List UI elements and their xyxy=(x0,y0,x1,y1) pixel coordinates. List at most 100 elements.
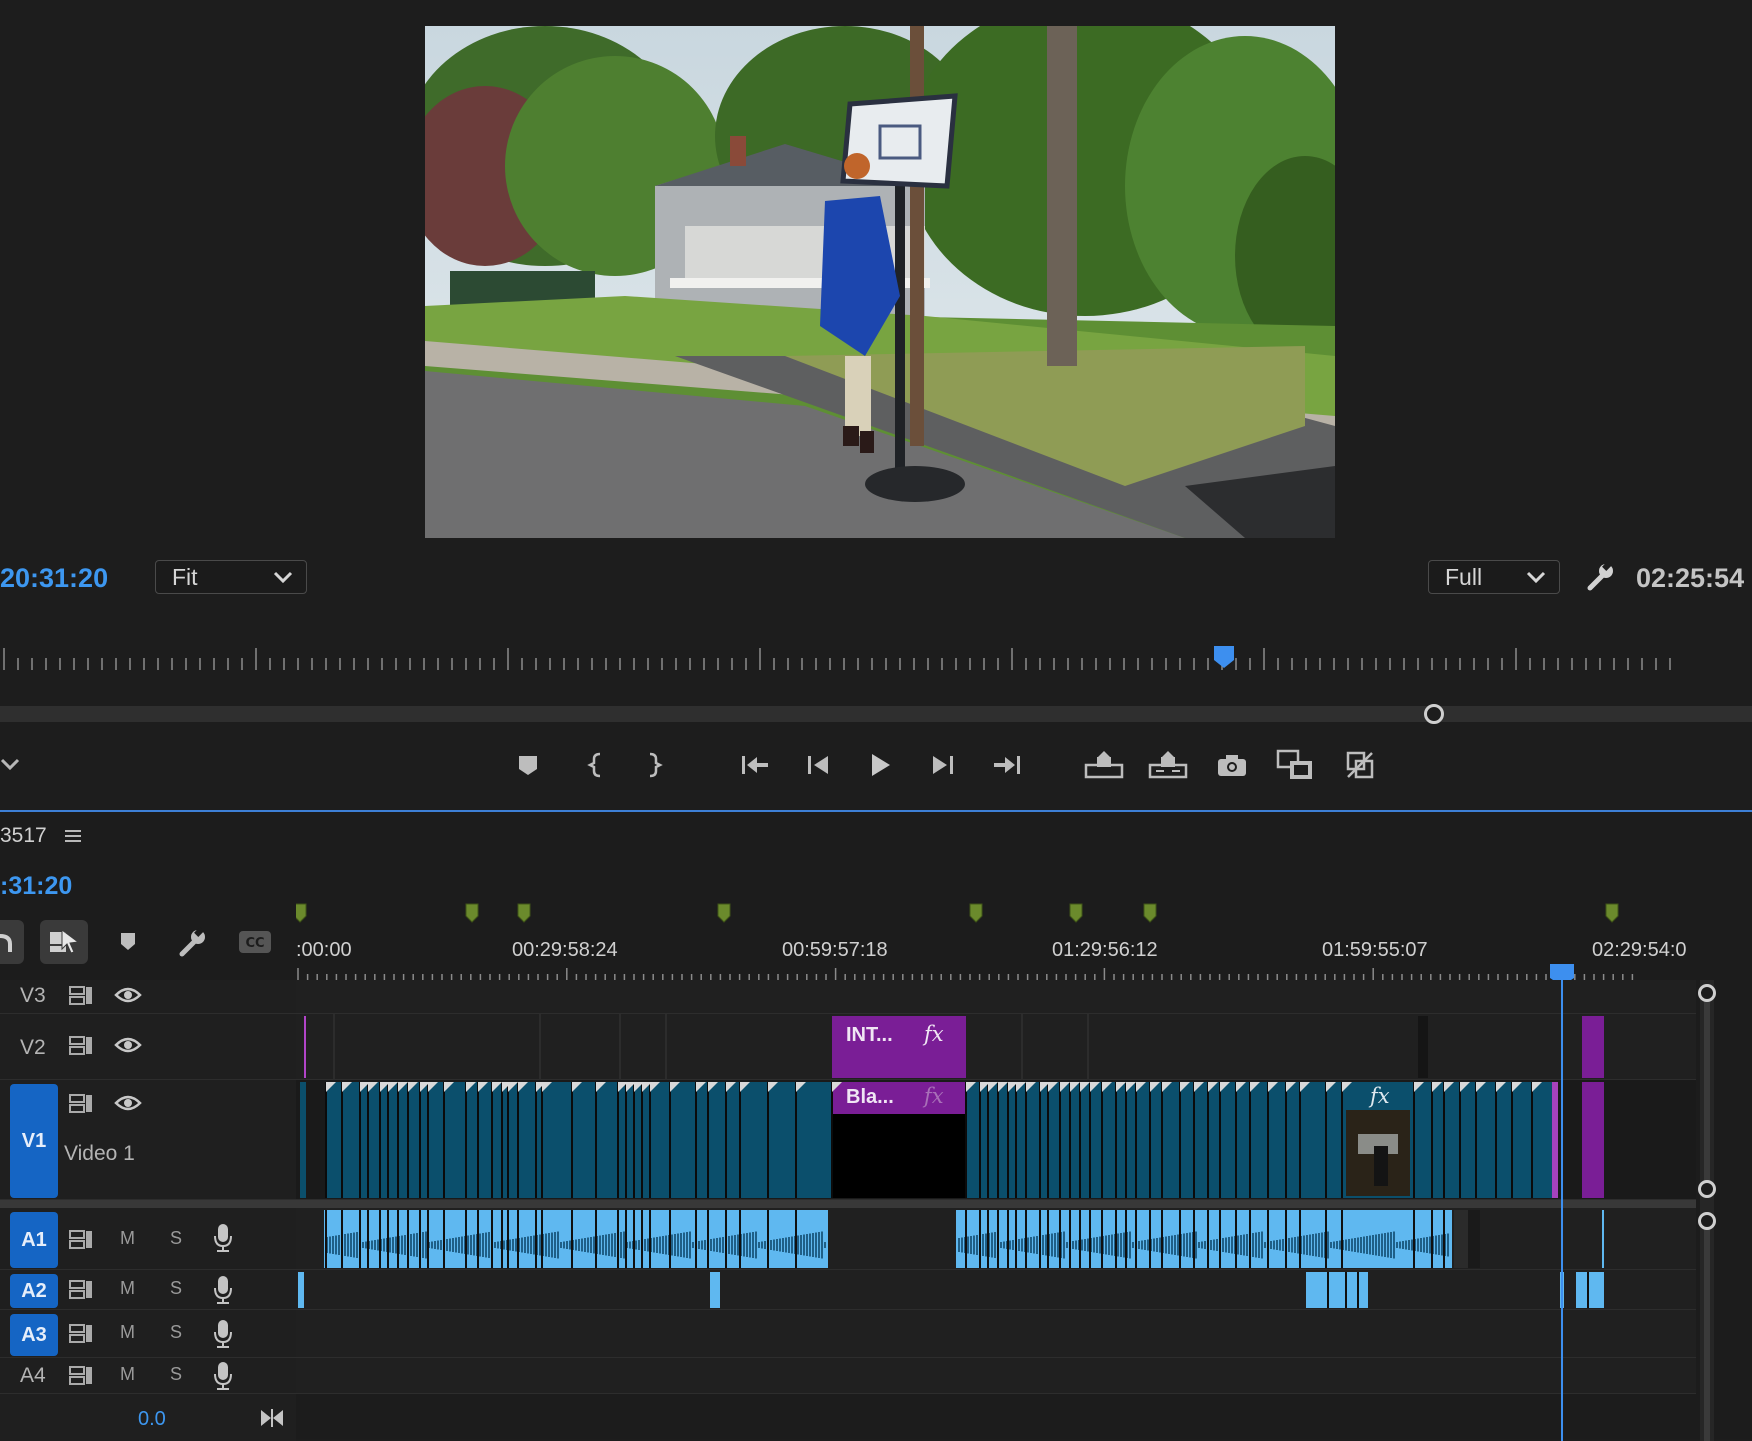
eye-icon[interactable] xyxy=(114,986,142,1004)
waveform-sample xyxy=(976,1235,978,1255)
insert-button[interactable] xyxy=(1276,745,1316,785)
microphone-icon[interactable] xyxy=(212,1318,234,1350)
sequence-marker[interactable] xyxy=(296,903,307,923)
add-marker-button[interactable] xyxy=(508,745,548,785)
sequence-marker[interactable] xyxy=(517,903,531,923)
step-back-button[interactable] xyxy=(798,745,838,785)
sequence-marker[interactable] xyxy=(1143,903,1157,923)
export-frame-button[interactable] xyxy=(1212,745,1252,785)
add-marker-icon[interactable] xyxy=(116,930,140,954)
waveform-sample xyxy=(629,1241,631,1249)
waveform-sample xyxy=(1429,1236,1431,1254)
sync-lock-icon[interactable] xyxy=(68,1322,94,1344)
title-clip-end[interactable] xyxy=(1582,1016,1604,1078)
zoom-scrollbar-handle[interactable] xyxy=(1424,704,1444,724)
lift-button[interactable] xyxy=(1084,745,1124,785)
linked-selection-toggle[interactable] xyxy=(40,920,88,964)
audio-tracks-scrollbar[interactable] xyxy=(1704,1224,1710,1441)
video-audio-divider[interactable] xyxy=(0,1200,1696,1208)
video-clip-group-1[interactable] xyxy=(326,1082,832,1198)
mute-toggle-a3[interactable]: M xyxy=(120,1322,135,1343)
mute-toggle-a2[interactable]: M xyxy=(120,1278,135,1299)
extract-button[interactable] xyxy=(1148,745,1188,785)
black-video-clip[interactable] xyxy=(832,1114,966,1198)
track-lane-v3[interactable] xyxy=(296,980,1696,1014)
sequence-tab-name[interactable]: 3517 xyxy=(0,824,47,848)
step-forward-button[interactable] xyxy=(923,745,963,785)
track-header-v2[interactable]: V2 xyxy=(0,1014,296,1080)
playhead-timecode[interactable]: 20:31:20 xyxy=(0,563,108,594)
zoom-level-dropdown[interactable]: Fit xyxy=(155,560,307,594)
track-lane-a4[interactable] xyxy=(296,1358,1696,1394)
sequence-marker[interactable] xyxy=(1605,903,1619,923)
sync-lock-icon[interactable] xyxy=(68,984,94,1006)
track-target-a1[interactable]: A1 xyxy=(10,1212,58,1268)
mark-in-button[interactable] xyxy=(576,745,616,785)
track-header-v1[interactable]: V1 Video 1 xyxy=(0,1080,296,1200)
sync-lock-icon[interactable] xyxy=(68,1364,94,1386)
mute-toggle-a4[interactable]: M xyxy=(120,1364,135,1385)
track-target-a3[interactable]: A3 xyxy=(10,1314,58,1356)
scrollbar-handle[interactable] xyxy=(1698,984,1716,1002)
track-header-a3[interactable]: A3 M S xyxy=(0,1310,296,1358)
audio-clip-a2-1[interactable] xyxy=(710,1272,720,1308)
program-video-frame[interactable] xyxy=(425,26,1335,538)
waveform-sample xyxy=(818,1232,820,1258)
microphone-icon[interactable] xyxy=(212,1274,234,1306)
solo-toggle-a2[interactable]: S xyxy=(170,1278,182,1299)
track-target-a2[interactable]: A2 xyxy=(10,1274,58,1308)
solo-toggle-a3[interactable]: S xyxy=(170,1322,182,1343)
solo-toggle-a1[interactable]: S xyxy=(170,1228,182,1249)
track-lane-v2[interactable]: INT... fx xyxy=(296,1014,1696,1080)
waveform-sample xyxy=(332,1236,334,1254)
waveform-sample xyxy=(674,1234,676,1256)
snap-toggle[interactable] xyxy=(0,920,24,964)
track-lane-v1[interactable]: Bla... fx fx xyxy=(296,1080,1696,1200)
eye-icon[interactable] xyxy=(114,1094,142,1112)
playback-resolution-dropdown[interactable]: Full xyxy=(1428,560,1560,594)
track-header-a2[interactable]: A2 M S xyxy=(0,1270,296,1310)
sequence-marker[interactable] xyxy=(969,903,983,923)
monitor-time-ruler[interactable] xyxy=(0,644,1752,674)
sequence-marker[interactable] xyxy=(1069,903,1083,923)
go-to-out-button[interactable] xyxy=(987,745,1027,785)
scrollbar-handle[interactable] xyxy=(1698,1212,1716,1230)
sync-lock-icon[interactable] xyxy=(68,1034,94,1056)
monitor-zoom-scrollbar[interactable] xyxy=(0,704,1752,724)
sequence-marker[interactable] xyxy=(465,903,479,923)
mute-toggle-a1[interactable]: M xyxy=(120,1228,135,1249)
monitor-playhead[interactable] xyxy=(1214,646,1234,668)
mark-out-button[interactable] xyxy=(634,745,674,785)
overwrite-button[interactable] xyxy=(1340,745,1380,785)
timeline-playhead-line[interactable] xyxy=(1561,980,1563,1441)
captions-icon[interactable]: CC xyxy=(238,930,272,954)
track-header-a1[interactable]: A1 M S xyxy=(0,1208,296,1270)
sync-lock-icon[interactable] xyxy=(68,1278,94,1300)
sequence-marker[interactable] xyxy=(717,903,731,923)
timeline-timecode[interactable]: :31:20 xyxy=(0,872,72,901)
track-header-a4[interactable]: A4 M S xyxy=(0,1358,296,1394)
sync-lock-icon[interactable] xyxy=(68,1228,94,1250)
title-clip-end-v1[interactable] xyxy=(1582,1082,1604,1198)
microphone-icon[interactable] xyxy=(212,1222,234,1254)
go-to-end-icon[interactable] xyxy=(260,1408,284,1428)
eye-icon[interactable] xyxy=(114,1036,142,1054)
timeline-time-ruler[interactable]: :00:00 00:29:58:24 00:59:57:18 01:29:56:12 0… xyxy=(296,882,1696,992)
video-tracks-scrollbar[interactable] xyxy=(1704,994,1710,1190)
scrollbar-handle[interactable] xyxy=(1698,1180,1716,1198)
audio-clip-a2-3[interactable] xyxy=(1576,1272,1604,1308)
track-header-v3[interactable]: V3 xyxy=(0,980,296,1014)
sync-lock-icon[interactable] xyxy=(68,1092,94,1114)
panel-menu-icon[interactable] xyxy=(64,828,82,844)
wrench-icon[interactable] xyxy=(1584,560,1616,592)
track-lane-a2[interactable] xyxy=(296,1270,1696,1310)
track-lane-a3[interactable] xyxy=(296,1310,1696,1358)
track-lane-a1[interactable] xyxy=(296,1208,1696,1270)
wrench-icon[interactable] xyxy=(176,926,208,958)
microphone-icon[interactable] xyxy=(212,1360,234,1392)
track-target-v1[interactable]: V1 xyxy=(10,1084,58,1198)
master-volume-value[interactable]: 0.0 xyxy=(138,1408,166,1431)
go-to-in-button[interactable] xyxy=(735,745,775,785)
solo-toggle-a4[interactable]: S xyxy=(170,1364,182,1385)
play-button[interactable] xyxy=(860,745,900,785)
